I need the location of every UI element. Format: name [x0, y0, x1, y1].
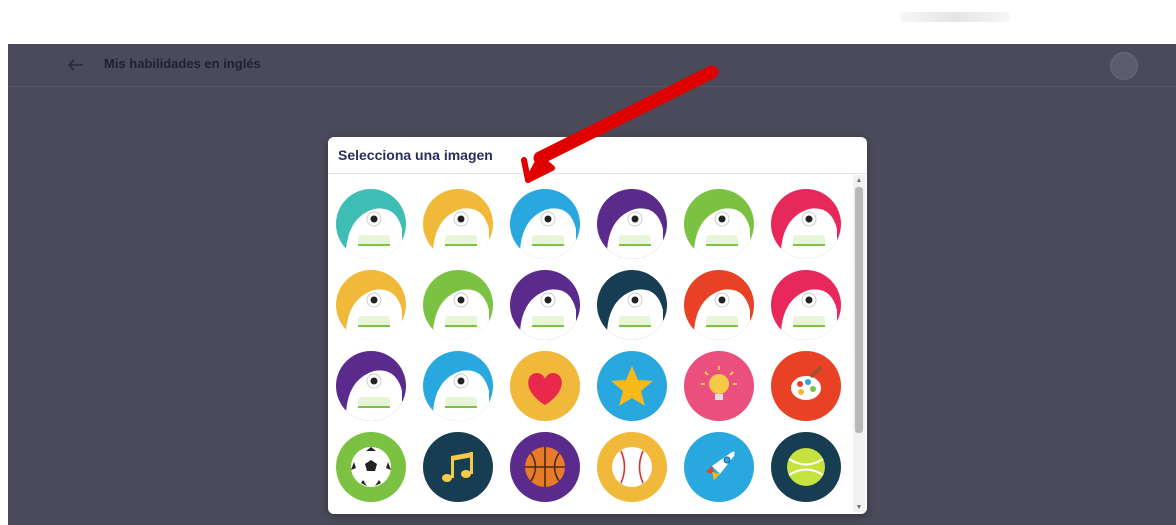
tennis-ball-icon — [787, 448, 825, 486]
avatar-option-monster-reading-yellow[interactable] — [336, 270, 406, 340]
monster-green-teal-icon — [346, 208, 402, 259]
image-picker-modal: Selecciona una imagen ▲ ▼ — [328, 137, 867, 514]
heart-icon — [528, 373, 562, 405]
avatar-option-heart-icon[interactable] — [510, 351, 580, 421]
lightbulb-icon — [701, 366, 737, 400]
top-strip — [0, 0, 1176, 44]
rocket-icon — [706, 451, 735, 480]
avatar-option-monster-flag-purple[interactable] — [336, 351, 406, 421]
baseball-icon — [612, 447, 652, 487]
soccer-ball-icon — [351, 447, 391, 487]
avatar-option-monster-blue-bear[interactable] — [510, 189, 580, 259]
arrow-left-icon — [68, 59, 83, 71]
scroll-up-icon[interactable]: ▲ — [853, 175, 865, 185]
avatar-grid — [336, 189, 846, 502]
avatar-option-monster-detective-navy[interactable] — [597, 270, 667, 340]
monster-smiling-pink-icon — [781, 289, 837, 340]
music-notes-icon — [442, 452, 473, 482]
monster-laptop-purple-icon — [607, 208, 663, 259]
monster-blue-bear-icon — [520, 208, 576, 259]
avatar-option-music-notes-icon[interactable] — [423, 432, 493, 502]
monster-reading-yellow-icon — [346, 289, 402, 340]
monster-hat-red-icon — [694, 289, 750, 340]
blurred-top-content — [900, 12, 1010, 22]
page-title: Mis habilidades en inglés — [104, 56, 261, 71]
monster-peek-blue-icon — [433, 370, 489, 421]
scroll-thumb[interactable] — [855, 187, 863, 433]
modal-title: Selecciona una imagen — [338, 147, 493, 163]
modal-scrollbar[interactable]: ▲ ▼ — [853, 175, 865, 512]
avatar-option-tennis-ball-icon[interactable] — [771, 432, 841, 502]
avatar-option-monster-hat-red[interactable] — [684, 270, 754, 340]
avatar-option-monster-sleepy-yellow[interactable] — [423, 189, 493, 259]
star-icon — [611, 366, 653, 406]
avatar-option-monster-astronaut-pink[interactable] — [771, 189, 841, 259]
scroll-down-icon[interactable]: ▼ — [853, 502, 865, 512]
user-avatar-button[interactable] — [1110, 52, 1138, 80]
modal-header: Selecciona una imagen — [328, 137, 867, 174]
avatar-option-paint-palette-icon[interactable] — [771, 351, 841, 421]
avatar-option-monster-soccer-green[interactable] — [423, 270, 493, 340]
monster-astronaut-pink-icon — [781, 208, 837, 259]
paint-palette-icon — [791, 365, 823, 400]
app-header: Mis habilidades en inglés — [8, 44, 1176, 87]
monster-flag-purple-icon — [346, 370, 402, 421]
avatar-option-monster-green-teal[interactable] — [336, 189, 406, 259]
monster-soccer-green-icon — [433, 289, 489, 340]
monster-sleepy-yellow-icon — [433, 208, 489, 259]
monster-propeller-purple-icon — [520, 289, 576, 340]
avatar-option-monster-laptop-purple[interactable] — [597, 189, 667, 259]
avatar-option-monster-peek-blue[interactable] — [423, 351, 493, 421]
avatar-option-monster-propeller-purple[interactable] — [510, 270, 580, 340]
avatar-option-rocket-icon[interactable] — [684, 432, 754, 502]
monster-detective-navy-icon — [607, 289, 663, 340]
avatar-option-soccer-ball-icon[interactable] — [336, 432, 406, 502]
avatar-option-baseball-icon[interactable] — [597, 432, 667, 502]
avatar-option-basketball-icon[interactable] — [510, 432, 580, 502]
avatar-option-monster-bed-green[interactable] — [684, 189, 754, 259]
avatar-option-lightbulb-icon[interactable] — [684, 351, 754, 421]
avatar-option-monster-smiling-pink[interactable] — [771, 270, 841, 340]
basketball-icon — [525, 447, 565, 487]
back-button[interactable] — [64, 53, 88, 77]
monster-bed-green-icon — [694, 208, 750, 259]
avatar-option-star-icon[interactable] — [597, 351, 667, 421]
